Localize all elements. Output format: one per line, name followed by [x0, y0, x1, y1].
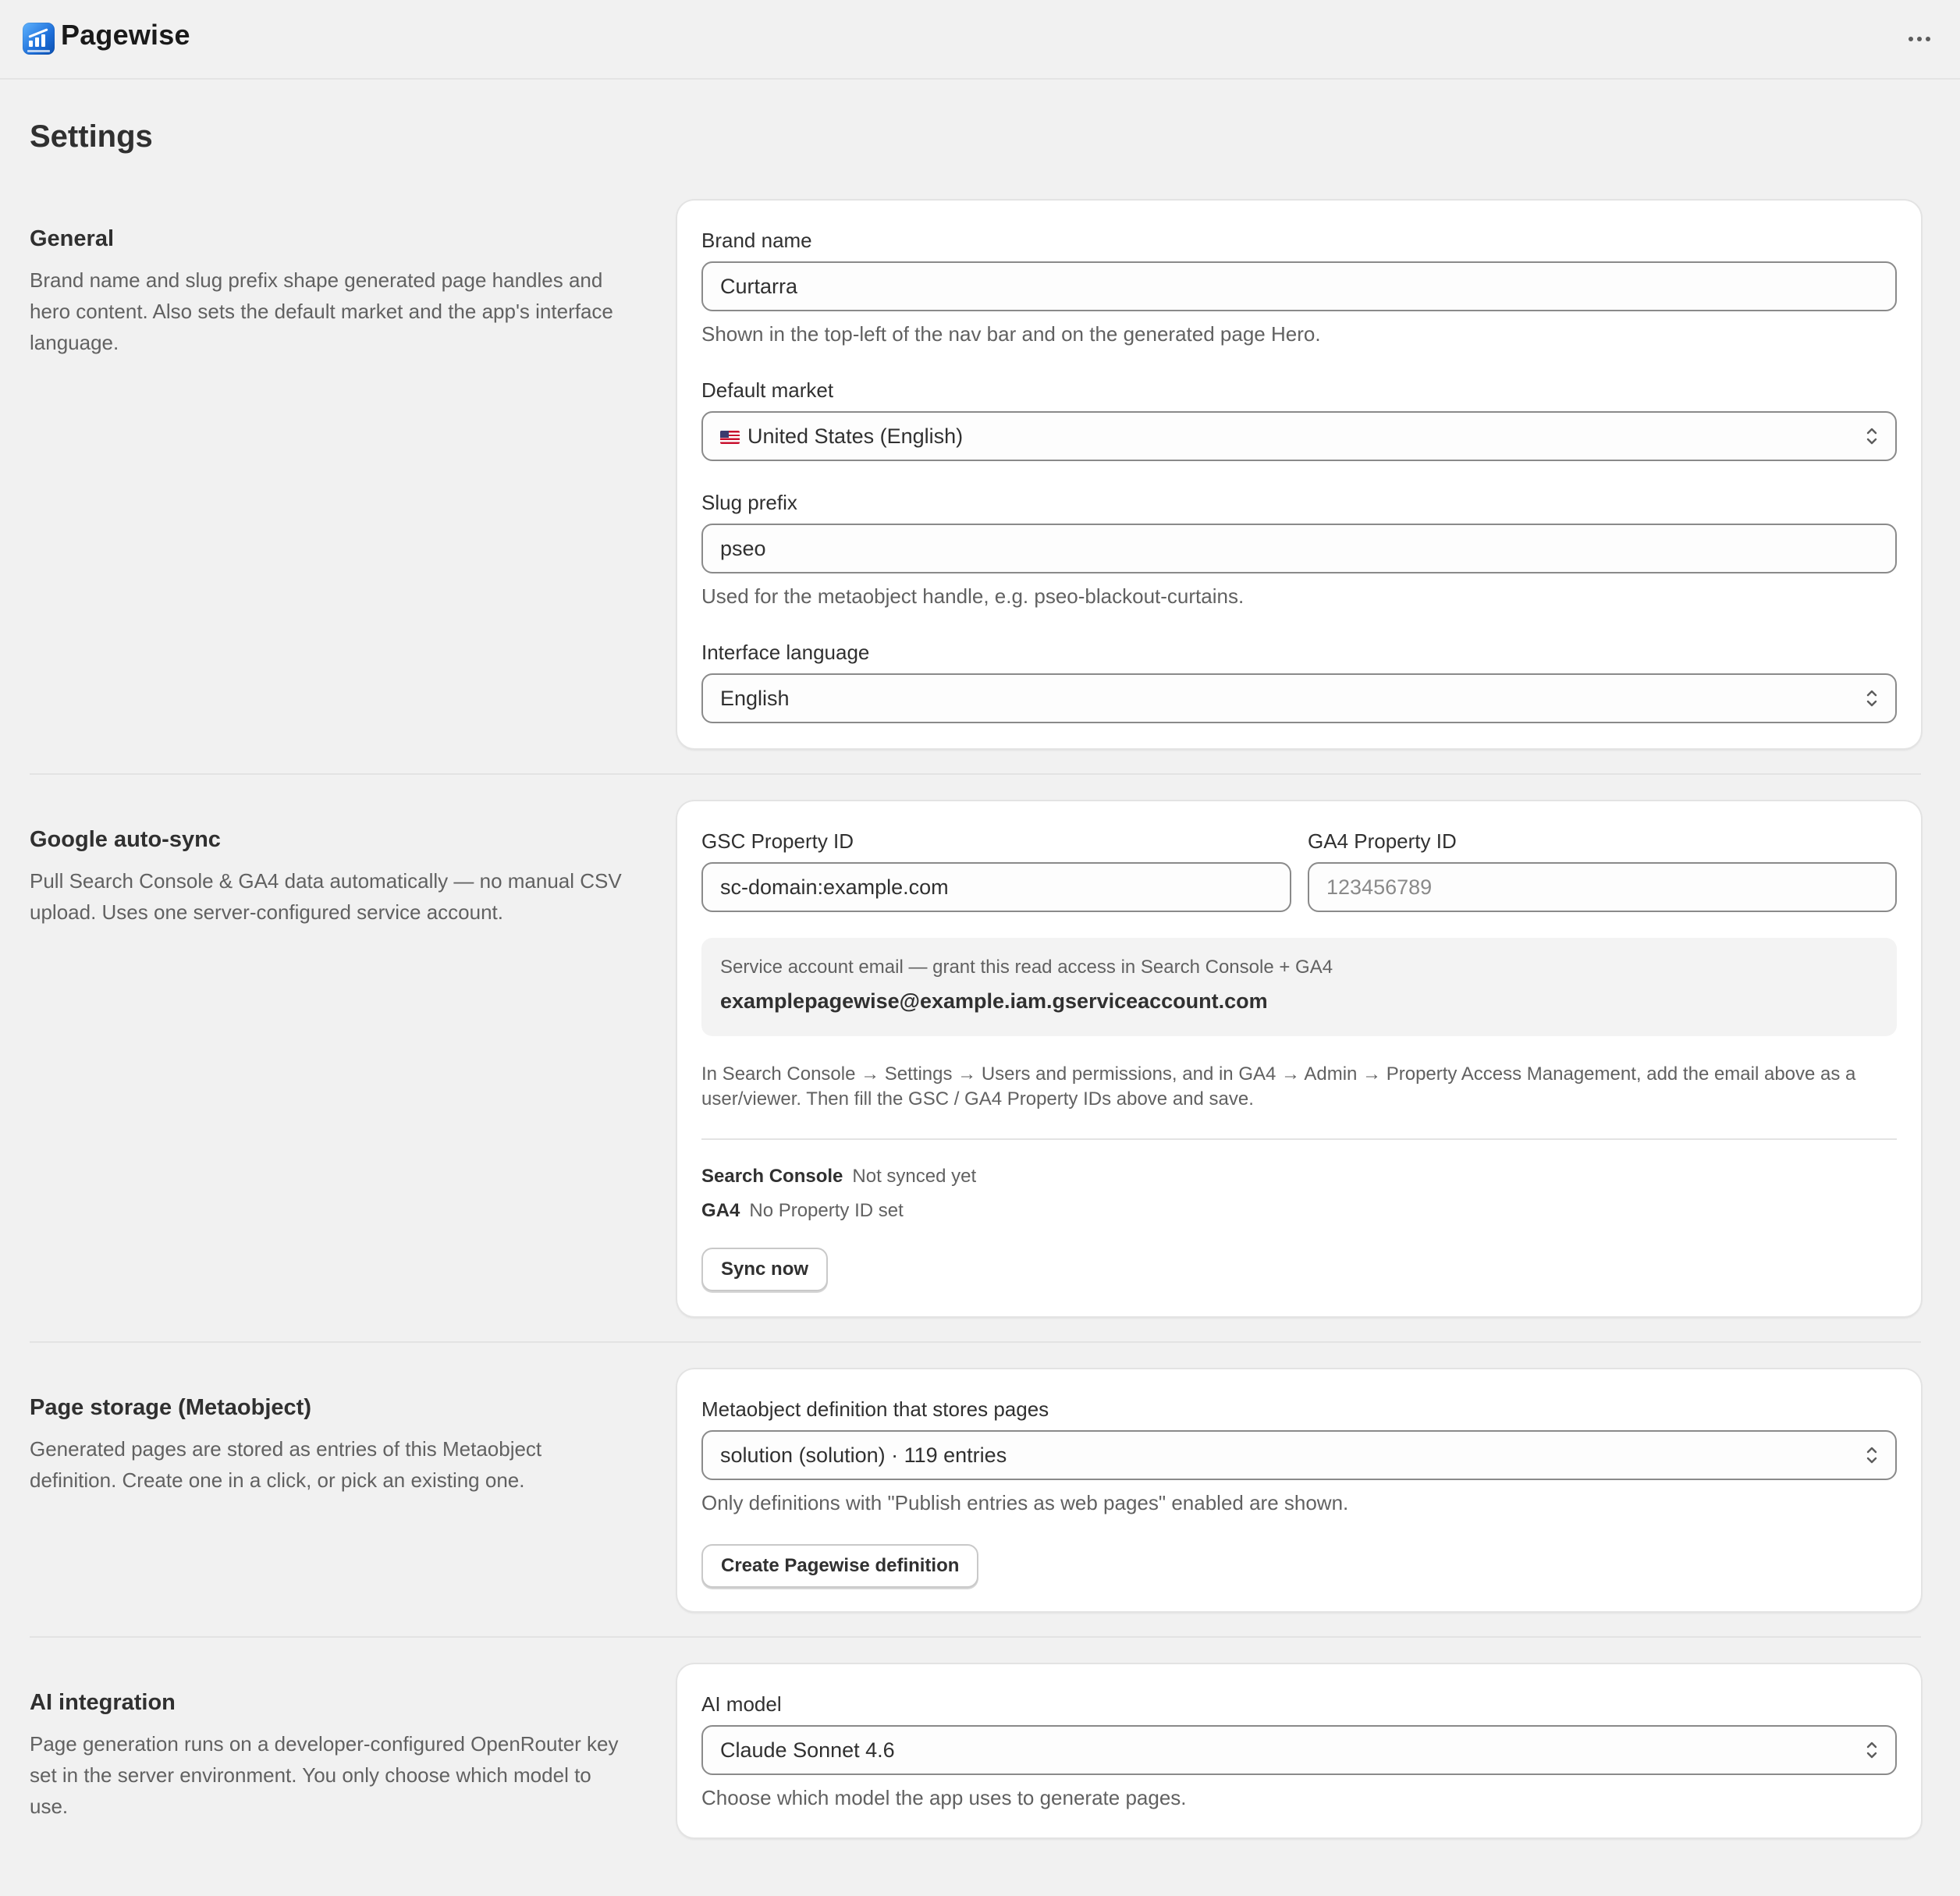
top-bar: Pagewise — [0, 0, 1960, 80]
status-search-console: Search Console Not synced yet — [701, 1166, 976, 1188]
more-actions-button[interactable] — [1902, 23, 1937, 55]
brand-name-help: Shown in the top-left of the nav bar and… — [701, 322, 1321, 346]
section-description: Pull Search Console & GA4 data automatic… — [30, 869, 622, 924]
service-account-email: examplepagewise@example.iam.gserviceacco… — [720, 989, 1268, 1013]
more-dot — [1926, 37, 1930, 41]
ga4-property-label: GA4 Property ID — [1308, 829, 1457, 853]
section-divider — [30, 1341, 1921, 1343]
service-account-box: Service account email — grant this read … — [701, 938, 1897, 1036]
metaobject-definition-select[interactable]: solution (solution) · 119 entries — [701, 1430, 1897, 1480]
general-card: Brand name Curtarra Shown in the top-lef… — [677, 201, 1921, 748]
section-title: Google auto-sync — [30, 827, 221, 852]
ai-model-value: Claude Sonnet 4.6 — [720, 1738, 895, 1762]
us-flag-icon — [720, 430, 740, 444]
section-title: General — [30, 226, 114, 251]
storage-section-info: Page storage (Metaobject) Generated page… — [30, 1395, 623, 1496]
interface-language-label: Interface language — [701, 641, 870, 664]
default-market-value: United States (English) — [747, 424, 964, 448]
section-description: Brand name and slug prefix shape generat… — [30, 268, 613, 354]
more-horizontal-icon — [1909, 37, 1913, 41]
status-name: Search Console — [701, 1166, 843, 1187]
select-chevrons-icon — [1866, 428, 1877, 445]
sync-now-button[interactable]: Sync now — [701, 1248, 829, 1291]
gsc-property-label: GSC Property ID — [701, 829, 854, 853]
section-title: Page storage (Metaobject) — [30, 1395, 311, 1420]
ga4-property-placeholder: 123456789 — [1326, 875, 1433, 899]
interface-language-select[interactable]: English — [701, 673, 1897, 723]
pagewise-logo-icon — [23, 23, 55, 55]
select-chevrons-icon — [1866, 1742, 1877, 1759]
slug-prefix-help: Used for the metaobject handle, e.g. pse… — [701, 584, 1245, 608]
general-section-info: General Brand name and slug prefix shape… — [30, 226, 623, 358]
create-pagewise-definition-button[interactable]: Create Pagewise definition — [701, 1544, 979, 1588]
service-account-caption: Service account email — grant this read … — [720, 957, 1333, 978]
select-chevrons-icon — [1866, 1447, 1877, 1464]
select-chevrons-icon — [1866, 690, 1877, 707]
slug-prefix-input[interactable]: pseo — [701, 524, 1897, 573]
metaobject-definition-label: Metaobject definition that stores pages — [701, 1397, 1049, 1421]
sync-instructions: In Search Console → Settings → Users and… — [701, 1063, 1856, 1110]
page-title: Settings — [30, 119, 153, 154]
ai-section-info: AI integration Page generation runs on a… — [30, 1690, 623, 1822]
interface-language-value: English — [720, 686, 790, 710]
ai-card: AI model Claude Sonnet 4.6 Choose which … — [677, 1664, 1921, 1837]
brand-name-label: Brand name — [701, 229, 812, 252]
brand-name-input[interactable]: Curtarra — [701, 261, 1897, 311]
metaobject-definition-help: Only definitions with "Publish entries a… — [701, 1491, 1349, 1514]
section-description: Generated pages are stored as entries of… — [30, 1437, 542, 1492]
status-name: GA4 — [701, 1200, 740, 1221]
status-value: No Property ID set — [749, 1200, 904, 1221]
default-market-label: Default market — [701, 378, 834, 402]
slug-prefix-label: Slug prefix — [701, 491, 797, 514]
status-ga4: GA4 No Property ID set — [701, 1200, 904, 1222]
card-divider — [701, 1138, 1897, 1140]
storage-card: Metaobject definition that stores pages … — [677, 1369, 1921, 1611]
gsc-property-input[interactable]: sc-domain:example.com — [701, 862, 1291, 912]
ga4-property-input[interactable]: 123456789 — [1308, 862, 1897, 912]
section-divider — [30, 1636, 1921, 1638]
more-dot — [1917, 37, 1922, 41]
app-name: Pagewise — [61, 19, 190, 51]
ai-model-select[interactable]: Claude Sonnet 4.6 — [701, 1725, 1897, 1775]
section-divider — [30, 773, 1921, 775]
metaobject-definition-value: solution (solution) · 119 entries — [720, 1443, 1007, 1467]
slug-prefix-value: pseo — [720, 536, 766, 560]
ai-model-label: AI model — [701, 1692, 782, 1716]
section-description: Page generation runs on a developer-conf… — [30, 1732, 619, 1818]
gsc-property-value: sc-domain:example.com — [720, 875, 949, 899]
section-title: AI integration — [30, 1690, 176, 1715]
brand-name-value: Curtarra — [720, 274, 798, 298]
ai-model-help: Choose which model the app uses to gener… — [701, 1786, 1187, 1809]
google-section-info: Google auto-sync Pull Search Console & G… — [30, 827, 623, 928]
default-market-select[interactable]: United States (English) — [701, 411, 1897, 461]
google-card: GSC Property ID sc-domain:example.com GA… — [677, 801, 1921, 1316]
status-value: Not synced yet — [852, 1166, 977, 1187]
